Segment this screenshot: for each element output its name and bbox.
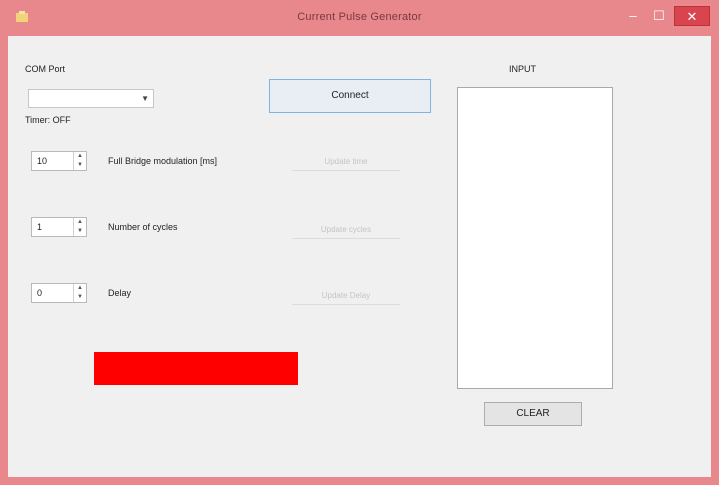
cycles-stepper[interactable]: 1 ▲ ▼ — [31, 217, 87, 237]
update-time-button[interactable]: Update time — [292, 154, 400, 171]
title-bar[interactable]: Current Pulse Generator – ☐ ✕ — [0, 0, 719, 36]
input-log[interactable] — [457, 87, 613, 389]
delay-stepper[interactable]: 0 ▲ ▼ — [31, 283, 87, 303]
input-label: INPUT — [509, 64, 536, 74]
update-delay-button[interactable]: Update Delay — [292, 288, 400, 305]
close-button[interactable]: ✕ — [674, 6, 710, 26]
spinner-arrows-icon[interactable]: ▲ ▼ — [73, 218, 86, 236]
app-window: Current Pulse Generator – ☐ ✕ COM Port ▼… — [0, 0, 719, 485]
clear-button[interactable]: CLEAR — [484, 402, 582, 426]
com-port-label: COM Port — [25, 64, 66, 74]
modulation-value: 10 — [37, 156, 48, 166]
spinner-arrows-icon[interactable]: ▲ ▼ — [73, 152, 86, 170]
maximize-button[interactable]: ☐ — [646, 6, 672, 26]
chevron-down-icon[interactable]: ▼ — [141, 94, 149, 103]
cycles-value: 1 — [37, 222, 43, 232]
connect-button[interactable]: Connect — [269, 79, 431, 113]
modulation-stepper[interactable]: 10 ▲ ▼ — [31, 151, 87, 171]
timer-status-label: Timer: OFF — [25, 115, 71, 125]
update-cycles-button[interactable]: Update cycles — [292, 222, 400, 239]
cycles-label: Number of cycles — [108, 222, 178, 232]
com-port-dropdown[interactable]: ▼ — [28, 89, 154, 108]
minimize-button[interactable]: – — [620, 6, 646, 26]
spinner-arrows-icon[interactable]: ▲ ▼ — [73, 284, 86, 302]
window-title: Current Pulse Generator — [297, 11, 422, 23]
status-indicator — [94, 352, 298, 385]
delay-label: Delay — [108, 288, 132, 298]
modulation-label: Full Bridge modulation [ms] — [108, 156, 218, 166]
client-area: COM Port ▼ Timer: OFF Connect 10 ▲ ▼ Full… — [8, 36, 711, 477]
delay-value: 0 — [37, 288, 43, 298]
